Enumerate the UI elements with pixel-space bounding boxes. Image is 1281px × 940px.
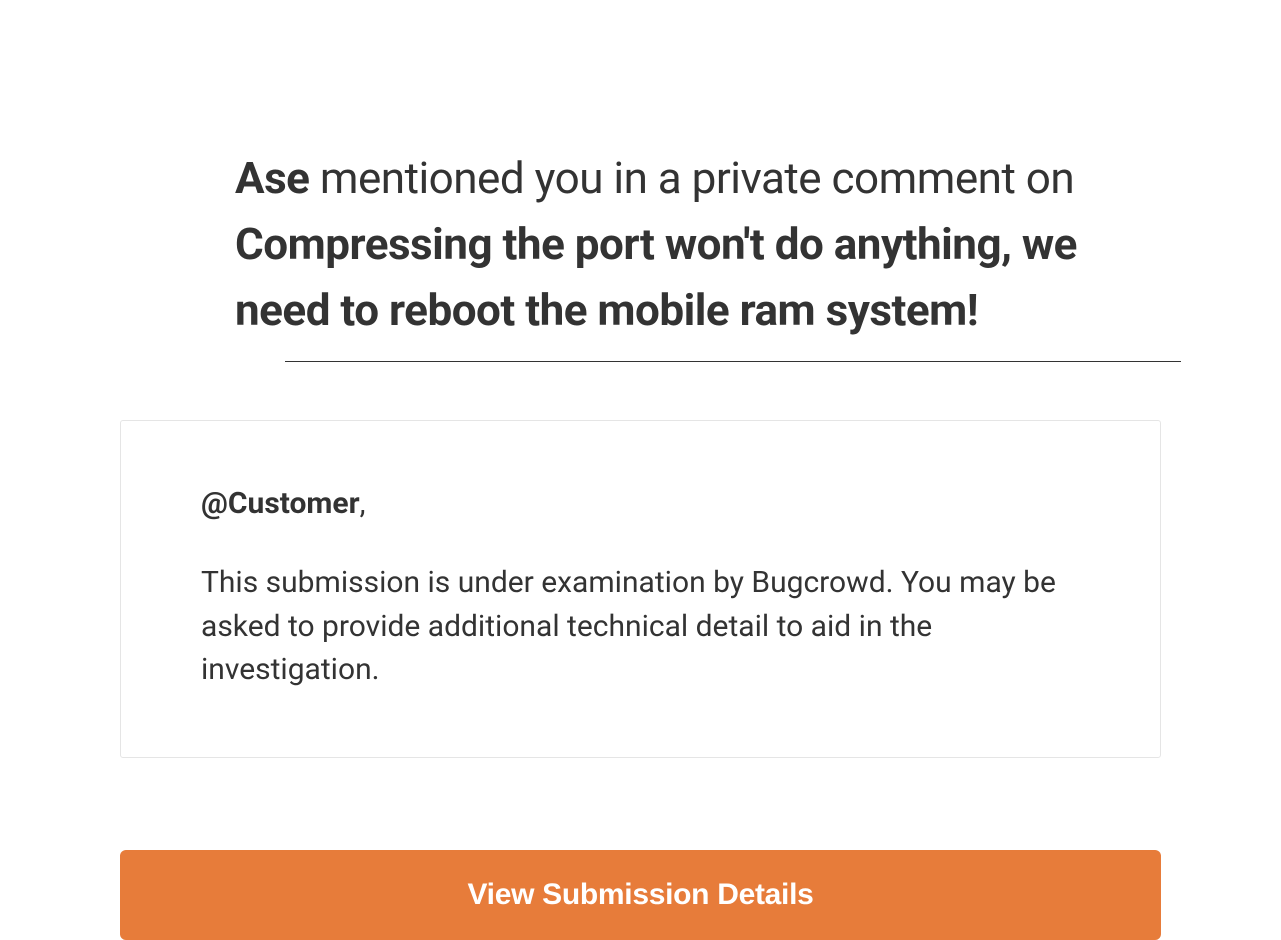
view-submission-button[interactable]: View Submission Details <box>120 850 1161 940</box>
submission-title: Compressing the port won't do anything, … <box>235 218 1077 336</box>
heading-middle: mentioned you in a private comment on <box>309 152 1074 204</box>
actor-name: Ase <box>235 152 309 204</box>
notification-heading: Ase mentioned you in a private comment o… <box>235 145 1161 343</box>
comment-body: This submission is under examination by … <box>201 561 1080 692</box>
comment-mention-line: @Customer, <box>201 486 1080 521</box>
mention-suffix: , <box>360 486 366 521</box>
mention-handle: @Customer <box>201 486 360 521</box>
divider <box>285 361 1181 362</box>
comment-box: @Customer, This submission is under exam… <box>120 420 1161 758</box>
